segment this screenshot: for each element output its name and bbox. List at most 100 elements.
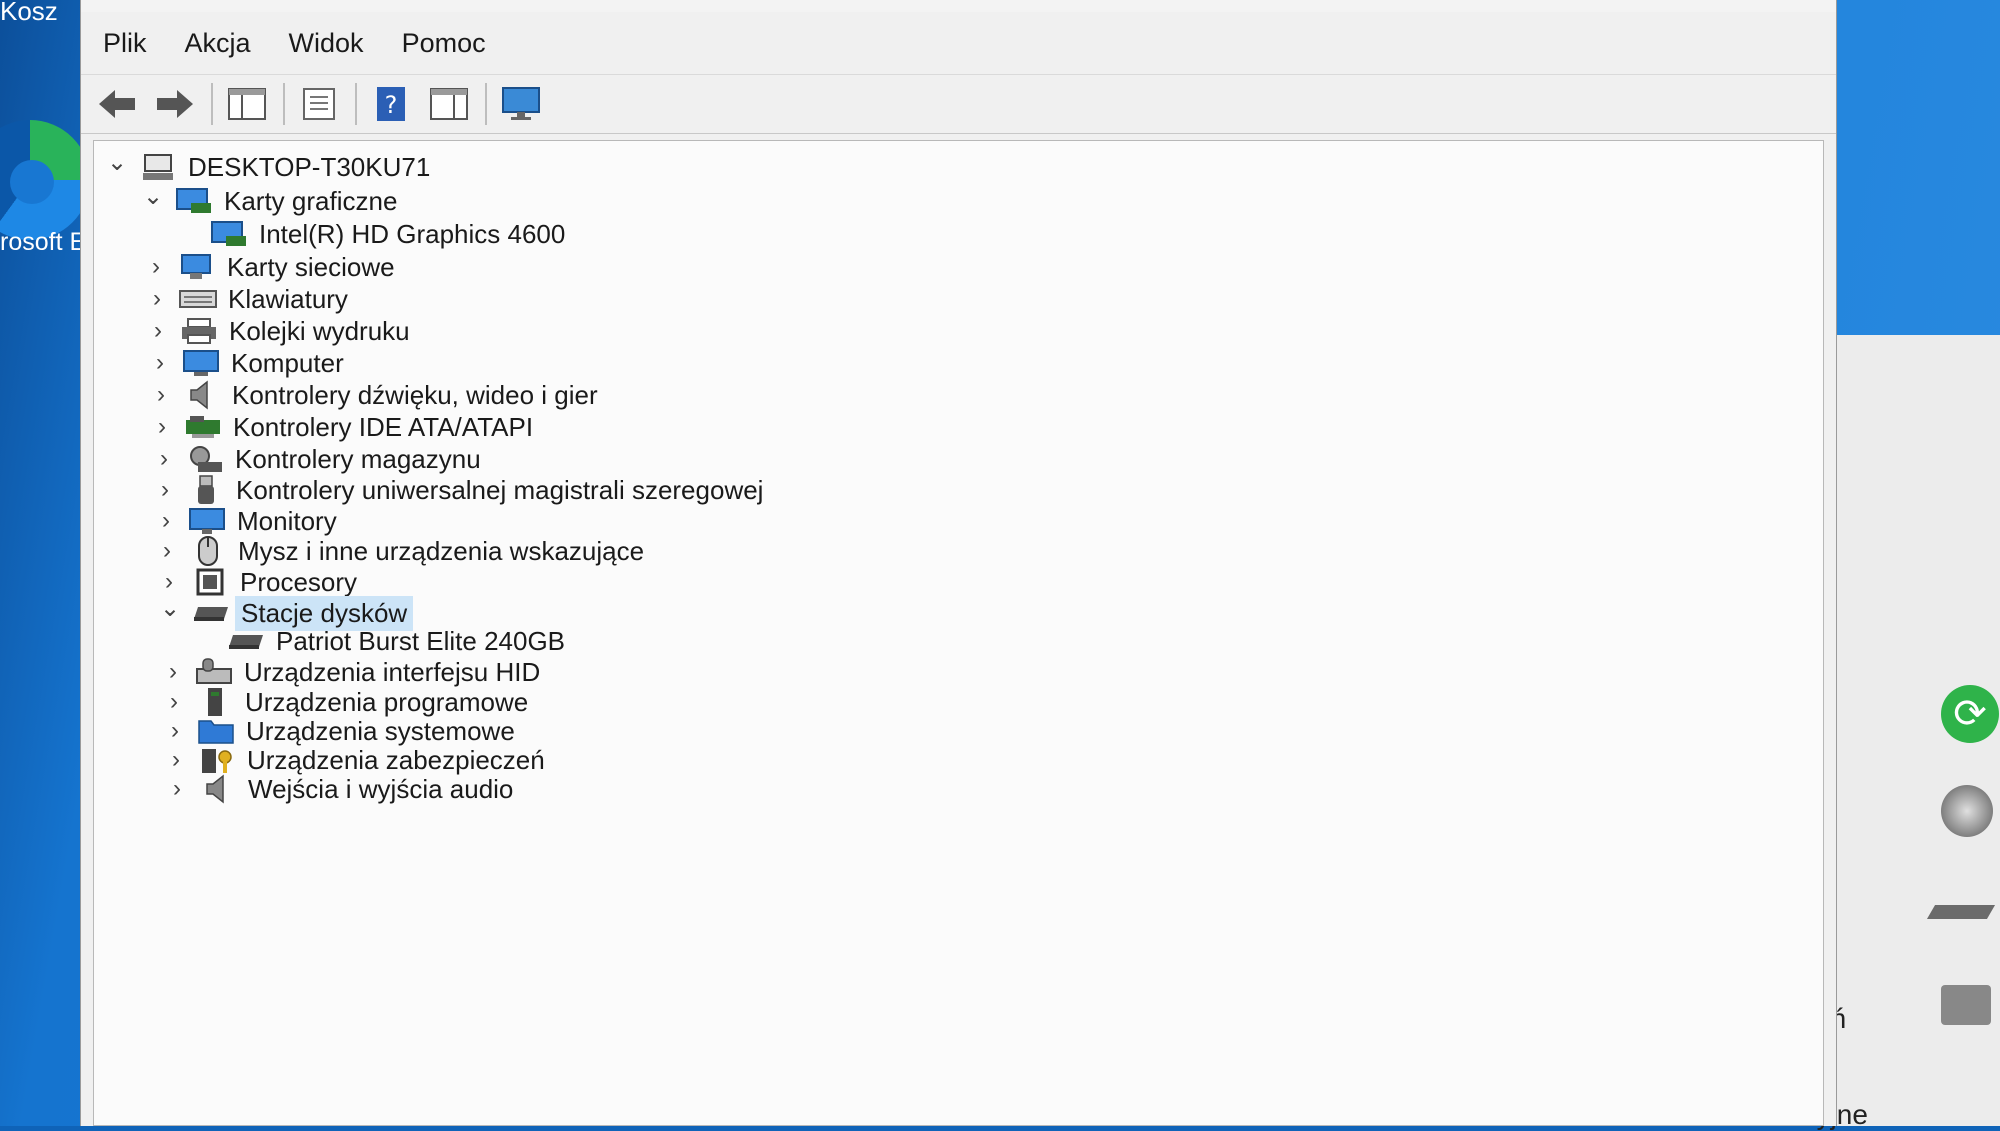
tree-item-label: Kontrolery magazynu (235, 443, 481, 474)
tree-category-display-adapter[interactable]: ⌄ Karty graficzne (138, 183, 397, 219)
tree-item-label: Klawiatury (228, 283, 348, 314)
menu-file[interactable]: Plik (103, 28, 147, 59)
help-icon: ? (377, 87, 405, 121)
edge-label[interactable]: rosoft E (0, 228, 86, 257)
properties-button[interactable] (295, 82, 343, 126)
toolbar-separator (485, 83, 487, 125)
collapse-chevron-icon[interactable]: › (143, 317, 173, 345)
collapse-chevron-icon[interactable]: › (147, 413, 177, 441)
back-arrow-icon (99, 90, 135, 118)
console-tree-icon (228, 88, 266, 120)
disk-drive-icon (226, 627, 266, 655)
expand-chevron-icon[interactable]: ⌄ (155, 594, 185, 623)
svg-text:?: ? (385, 91, 398, 119)
menu-help[interactable]: Pomoc (402, 28, 486, 59)
forward-arrow-icon (157, 90, 193, 118)
menu-action[interactable]: Akcja (185, 28, 251, 59)
title-bar (81, 0, 1836, 12)
toolbar-separator (283, 83, 285, 125)
tree-item-label: Kontrolery uniwersalnej magistrali szere… (236, 474, 764, 505)
back-button[interactable] (93, 82, 141, 126)
processor-icon (190, 568, 230, 596)
collapse-chevron-icon[interactable]: › (160, 717, 190, 745)
tree-category-printer[interactable]: › Kolejki wydruku (143, 313, 410, 349)
printer-icon (179, 317, 219, 345)
device-tree[interactable]: ⌄ DESKTOP-T30KU71 ⌄ Karty graficzne Intel(R)… (93, 140, 1824, 1126)
collapse-chevron-icon[interactable]: › (142, 285, 172, 313)
tree-device-display-adapter[interactable]: Intel(R) HD Graphics 4600 (173, 216, 565, 252)
device-manager-window: Plik Akcja Widok Pomoc ? ⌄ DESKTOP-T30KU… (80, 0, 1837, 1126)
refresh-icon[interactable]: ⟳ (1941, 685, 1999, 743)
toolbar-separator (355, 83, 357, 125)
show-hide-tree-button[interactable] (223, 82, 271, 126)
drive-icon[interactable] (1926, 905, 1996, 919)
tree-item-label: Karty sieciowe (227, 251, 395, 282)
tree-category-computer[interactable]: › Komputer (145, 345, 344, 381)
collapse-chevron-icon[interactable]: › (149, 445, 179, 473)
security-device-icon (197, 746, 237, 774)
tree-item-label: Kontrolery IDE ATA/ATAPI (233, 411, 534, 442)
action-pane-icon (430, 88, 468, 120)
collapse-chevron-icon[interactable]: › (159, 688, 189, 716)
device-icon[interactable] (1941, 985, 1991, 1025)
computer-icon (181, 349, 221, 377)
mouse-icon (188, 536, 228, 566)
collapse-chevron-icon[interactable]: › (141, 253, 171, 281)
keyboard-icon (178, 285, 218, 313)
tree-category-audio-io[interactable]: › Wejścia i wyjścia audio (162, 771, 513, 807)
collapse-chevron-icon[interactable]: › (146, 381, 176, 409)
tree-category-ide-controller[interactable]: › Kontrolery IDE ATA/ATAPI (147, 409, 533, 445)
tree-item-label: Kolejki wydruku (229, 315, 410, 346)
tree-item-label: Procesory (240, 566, 358, 597)
collapse-chevron-icon[interactable]: › (151, 507, 181, 535)
forward-button[interactable] (151, 82, 199, 126)
tree-category-speaker[interactable]: › Kontrolery dźwięku, wideo i gier (146, 377, 598, 413)
collapse-chevron-icon[interactable]: › (158, 658, 188, 686)
toolbar-separator (211, 83, 213, 125)
tree-item-label: Wejścia i wyjścia audio (248, 773, 514, 804)
monitor-icon (187, 507, 227, 535)
recycle-bin-label[interactable]: Kosz (0, 0, 58, 27)
audio-io-icon (198, 774, 238, 804)
speaker-icon (182, 380, 222, 410)
toolbar: ? (81, 74, 1836, 134)
tree-item-label: Mysz i inne urządzenia wskazujące (238, 535, 645, 566)
properties-icon (303, 88, 335, 120)
scan-hardware-button[interactable] (497, 82, 545, 126)
collapse-chevron-icon[interactable]: › (154, 568, 184, 596)
display-adapter-icon (209, 220, 249, 248)
expand-chevron-icon[interactable]: ⌄ (138, 182, 168, 211)
tree-root[interactable]: ⌄ DESKTOP-T30KU71 (102, 149, 430, 185)
storage-controller-icon (185, 445, 225, 473)
menu-bar: Plik Akcja Widok Pomoc (81, 12, 1836, 74)
software-device-icon (195, 688, 235, 716)
computer-root-icon (138, 153, 178, 181)
tree-item-label: DESKTOP-T30KU71 (188, 151, 431, 182)
monitor-icon (502, 87, 540, 120)
collapse-chevron-icon[interactable]: › (162, 775, 192, 803)
ide-controller-icon (183, 413, 223, 441)
network-adapter-icon (177, 253, 217, 281)
menu-view[interactable]: Widok (289, 28, 364, 59)
tree-category-keyboard[interactable]: › Klawiatury (142, 281, 348, 317)
collapse-chevron-icon[interactable]: › (150, 476, 180, 504)
tree-item-label: Intel(R) HD Graphics 4600 (259, 218, 566, 249)
usb-icon (186, 475, 226, 504)
tree-item-label: Karty graficzne (224, 185, 398, 216)
collapse-chevron-icon[interactable]: › (152, 537, 182, 565)
tree-item-label: Patriot Burst Elite 240GB (276, 625, 566, 656)
tree-item-label: Monitory (237, 505, 337, 536)
edge-icon[interactable] (0, 120, 90, 240)
display-adapter-icon (174, 187, 214, 215)
hid-icon (194, 658, 234, 686)
help-button[interactable]: ? (367, 82, 415, 126)
speaker-icon[interactable] (1941, 785, 1993, 837)
tree-item-label: Urządzenia interfejsu HID (244, 656, 541, 687)
tree-category-network-adapter[interactable]: › Karty sieciowe (141, 249, 395, 285)
action-pane-button[interactable] (425, 82, 473, 126)
collapse-chevron-icon[interactable]: › (161, 746, 191, 774)
collapse-chevron-icon[interactable]: › (145, 349, 175, 377)
tree-item-label: Kontrolery dźwięku, wideo i gier (232, 379, 598, 410)
expand-chevron-icon[interactable]: ⌄ (102, 148, 132, 177)
tree-item-label: Komputer (231, 347, 344, 378)
